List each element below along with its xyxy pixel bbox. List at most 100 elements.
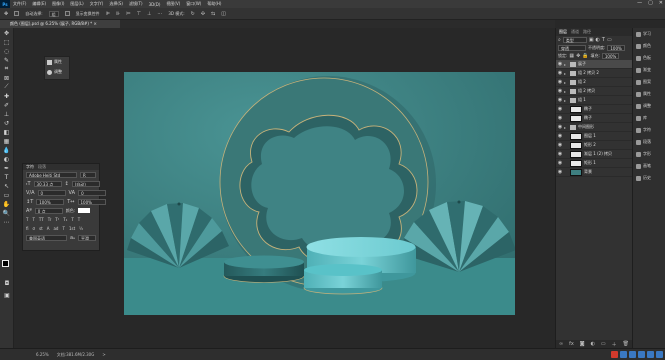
ime-skin-icon[interactable]: [647, 351, 654, 358]
superscript-button[interactable]: T¹: [55, 217, 59, 222]
link-icon[interactable]: ∞: [559, 341, 563, 347]
dock-item[interactable]: 画笔: [633, 160, 665, 172]
adjust-icon[interactable]: ◐: [591, 341, 595, 347]
visibility-eye-icon[interactable]: ◉: [556, 133, 564, 139]
align-top-icon[interactable]: ⊤: [137, 11, 141, 17]
ime-keyboard-icon[interactable]: [638, 351, 645, 358]
expand-arrow-icon[interactable]: ▸: [564, 98, 568, 103]
zoom-level[interactable]: 6.25%: [36, 352, 49, 357]
mask-icon[interactable]: ◙: [580, 341, 585, 347]
menu-type[interactable]: 文字(Y): [87, 1, 107, 7]
visibility-eye-icon[interactable]: ◉: [556, 142, 564, 148]
stamp-tool-icon[interactable]: ⊥: [3, 110, 11, 118]
rotate-3d-icon[interactable]: ↻: [191, 11, 195, 17]
healing-tool-icon[interactable]: ✚: [3, 92, 11, 100]
dock-item[interactable]: 颜色: [633, 40, 665, 52]
dock-item[interactable]: 属性: [633, 88, 665, 100]
menu-edit[interactable]: 编辑(E): [29, 1, 49, 7]
folder-icon[interactable]: ▭: [601, 341, 606, 347]
pan-3d-icon[interactable]: ✣: [201, 11, 205, 17]
close-window-button[interactable]: ✕: [659, 0, 663, 6]
slide-3d-icon[interactable]: ⇆: [211, 11, 215, 17]
layer-row[interactable]: ◉ 矩形 1: [556, 159, 632, 168]
filter-pixel-icon[interactable]: ▣: [589, 37, 594, 43]
contextual-alt-button[interactable]: σ: [33, 226, 36, 231]
visibility-eye-icon[interactable]: ◉: [556, 97, 564, 103]
opacity-field[interactable]: 100%: [607, 45, 625, 51]
anti-alias-dropdown[interactable]: 平滑: [78, 234, 96, 241]
mini-panel-properties[interactable]: 属性: [45, 57, 69, 67]
layer-row[interactable]: ◉ 渐层 1 (2) 拷贝: [556, 150, 632, 159]
align-right-icon[interactable]: ⊨: [126, 11, 130, 17]
more-tools-icon[interactable]: ⋯: [3, 218, 11, 226]
ime-logo-icon[interactable]: [611, 351, 618, 358]
align-center-icon[interactable]: ⊪: [116, 11, 120, 17]
vertical-scale-field[interactable]: 100%: [36, 198, 65, 205]
dock-item[interactable]: 字形: [633, 148, 665, 160]
menu-image[interactable]: 图像(I): [49, 1, 67, 7]
dock-item[interactable]: 库: [633, 112, 665, 124]
filter-shape-icon[interactable]: ▭: [607, 37, 612, 43]
menu-filter[interactable]: 滤镜(T): [126, 1, 146, 7]
ligatures-button[interactable]: fi: [26, 226, 29, 231]
blend-mode-dropdown[interactable]: 穿透: [558, 45, 586, 51]
faux-italic-button[interactable]: T: [32, 217, 34, 222]
ime-mic-icon[interactable]: [629, 351, 636, 358]
baseline-shift-field[interactable]: 0 点: [34, 207, 63, 214]
horizontal-scale-field[interactable]: 100%: [77, 198, 106, 205]
swash-button[interactable]: A: [47, 226, 50, 231]
align-middle-icon[interactable]: ⊥: [147, 11, 151, 17]
gradient-tool-icon[interactable]: ▦: [3, 137, 11, 145]
small-caps-button[interactable]: Tr: [48, 217, 52, 222]
layer-row[interactable]: ◉ ▸ 展子: [556, 60, 632, 69]
maximize-button[interactable]: ▢: [648, 0, 653, 6]
expand-arrow-icon[interactable]: ▸: [564, 125, 568, 130]
layer-filter-dropdown[interactable]: 类型: [562, 37, 587, 43]
fractions-button[interactable]: ½: [79, 226, 83, 231]
filter-type-icon[interactable]: T: [602, 37, 605, 43]
menu-select[interactable]: 选择(S): [106, 1, 126, 7]
subscript-button[interactable]: T₁: [63, 217, 67, 222]
dodge-tool-icon[interactable]: ◐: [3, 155, 11, 163]
font-style-dropdown[interactable]: R: [80, 171, 96, 178]
marquee-tool-icon[interactable]: ⬚: [3, 38, 11, 46]
trash-icon[interactable]: 🗑: [623, 341, 629, 347]
dock-item[interactable]: 图案: [633, 76, 665, 88]
visibility-eye-icon[interactable]: ◉: [556, 70, 564, 76]
new-layer-icon[interactable]: ＋: [612, 341, 617, 348]
crop-tool-icon[interactable]: ⌗: [3, 65, 11, 73]
visibility-eye-icon[interactable]: ◉: [556, 61, 564, 67]
distribute-icon[interactable]: ⋯: [157, 11, 162, 17]
layer-row[interactable]: ◉ 椭子: [556, 114, 632, 123]
brush-tool-icon[interactable]: ✐: [3, 101, 11, 109]
quick-mask-icon[interactable]: ◘: [3, 279, 11, 287]
ime-mode-icon[interactable]: [620, 351, 627, 358]
status-expand-icon[interactable]: >: [102, 352, 105, 357]
camera-3d-icon[interactable]: ◫: [221, 11, 226, 17]
dock-item[interactable]: 历史: [633, 172, 665, 184]
expand-arrow-icon[interactable]: ▸: [564, 62, 568, 67]
lock-all-icon[interactable]: 🔒: [582, 53, 588, 59]
ime-settings-icon[interactable]: [656, 351, 663, 358]
language-dropdown[interactable]: 美国英语: [26, 234, 67, 241]
menu-help[interactable]: 帮助(H): [204, 1, 224, 7]
dock-item[interactable]: 渐变: [633, 64, 665, 76]
move-tool-icon[interactable]: ✥: [3, 29, 11, 37]
expand-arrow-icon[interactable]: ▸: [564, 71, 568, 76]
type-tool-icon[interactable]: T: [3, 173, 11, 181]
align-left-icon[interactable]: ⊫: [106, 11, 110, 17]
fill-field[interactable]: 100%: [601, 53, 620, 59]
document-tab[interactable]: 颜色 (图层),psd @ 6.25% (展子, RGB/8#) * ×: [0, 20, 120, 28]
lock-position-icon[interactable]: ✥: [576, 53, 580, 59]
eraser-tool-icon[interactable]: ◧: [3, 128, 11, 136]
layer-row[interactable]: ◉ 背景: [556, 168, 632, 177]
titling-button[interactable]: T: [62, 226, 64, 231]
minimize-button[interactable]: —: [637, 0, 642, 6]
tab-channels[interactable]: 通道: [571, 28, 579, 36]
frame-tool-icon[interactable]: ⊠: [3, 74, 11, 82]
strikethrough-button[interactable]: T: [78, 217, 80, 222]
menu-window[interactable]: 窗口(W): [183, 1, 204, 7]
text-color-swatch[interactable]: [78, 208, 91, 213]
visibility-eye-icon[interactable]: ◉: [556, 169, 564, 175]
menu-layer[interactable]: 图层(L): [67, 1, 86, 7]
